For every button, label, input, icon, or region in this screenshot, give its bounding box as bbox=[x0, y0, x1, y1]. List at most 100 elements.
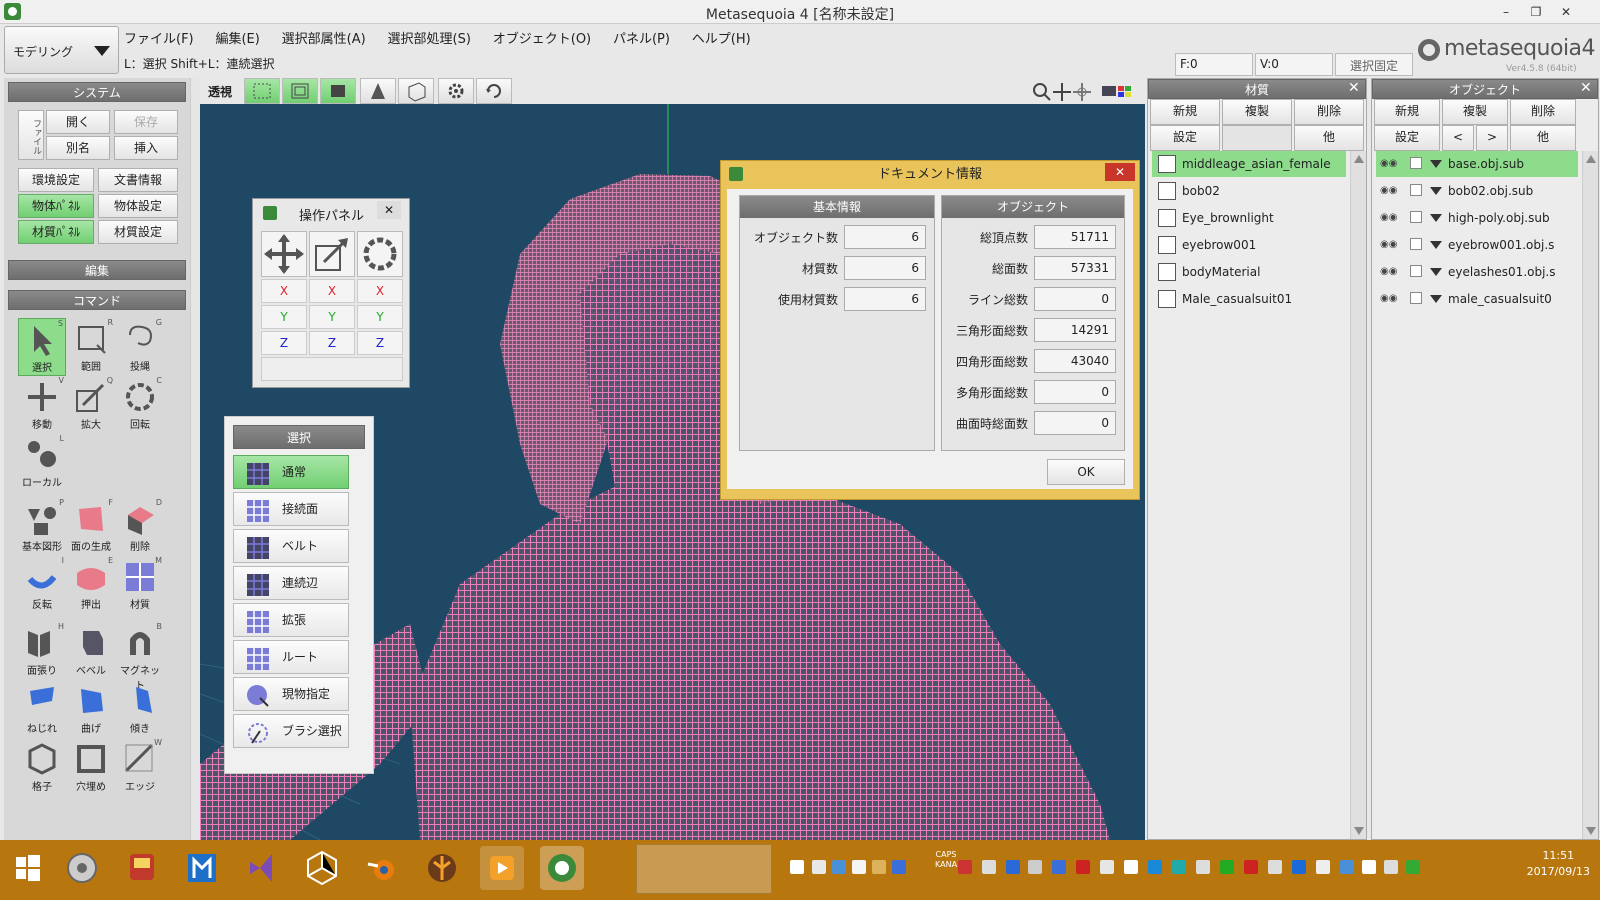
insert-button[interactable]: 挿入 bbox=[114, 136, 178, 160]
lock-checkbox[interactable] bbox=[1410, 211, 1422, 223]
save-as-button[interactable]: 別名 bbox=[46, 136, 110, 160]
close-icon[interactable]: ✕ bbox=[1348, 80, 1360, 96]
material-color-swatch[interactable] bbox=[1158, 263, 1176, 281]
selection-mode-item[interactable]: 通常 bbox=[233, 455, 349, 489]
file-tab[interactable]: ファイル bbox=[18, 110, 44, 160]
tool-button[interactable]: V 移動 bbox=[18, 376, 66, 434]
kindle-app-icon[interactable] bbox=[180, 846, 224, 890]
object-list-item[interactable]: ◉◉ high-poly.obj.sub bbox=[1376, 205, 1578, 231]
refresh-icon[interactable] bbox=[476, 78, 512, 104]
object-settings-button[interactable]: 設定 bbox=[1374, 125, 1440, 151]
tool-button[interactable]: 穴埋め bbox=[67, 738, 115, 796]
media-player-icon[interactable] bbox=[480, 846, 524, 890]
chevron-down-icon[interactable] bbox=[1430, 268, 1442, 276]
tool-button[interactable]: C 回転 bbox=[116, 376, 164, 434]
material-scrollbar[interactable] bbox=[1350, 151, 1366, 839]
visibility-eye-icon[interactable]: ◉◉ bbox=[1380, 232, 1397, 258]
minimize-button[interactable]: – bbox=[1494, 2, 1518, 22]
material-color-swatch[interactable] bbox=[1158, 182, 1176, 200]
close-window-button[interactable]: ✕ bbox=[1554, 2, 1578, 22]
material-copy-button[interactable]: 複製 bbox=[1222, 99, 1292, 125]
visibility-eye-icon[interactable]: ◉◉ bbox=[1380, 259, 1397, 285]
object-prev-button[interactable]: < bbox=[1442, 125, 1474, 151]
tool-button[interactable]: D 削除 bbox=[116, 498, 164, 556]
selection-mode-item[interactable]: 現物指定 bbox=[233, 677, 349, 711]
tray-icon[interactable] bbox=[1172, 860, 1186, 874]
material-delete-button[interactable]: 削除 bbox=[1294, 99, 1364, 125]
menu-selection-attr[interactable]: 選択部属性(A) bbox=[282, 28, 366, 47]
material-color-swatch[interactable] bbox=[1158, 236, 1176, 254]
speaker-app-icon[interactable] bbox=[60, 846, 104, 890]
windows-start-icon[interactable] bbox=[6, 846, 50, 890]
visual-studio-icon[interactable] bbox=[240, 846, 284, 890]
chevron-down-icon[interactable] bbox=[1430, 187, 1442, 195]
menu-file[interactable]: ファイル(F) bbox=[124, 28, 194, 47]
env-settings-button[interactable]: 環境設定 bbox=[18, 168, 94, 192]
tray-icon[interactable] bbox=[832, 860, 846, 874]
doc-info-button[interactable]: 文書情報 bbox=[98, 168, 178, 192]
material-list-item[interactable]: Eye_brownlight bbox=[1152, 205, 1346, 231]
tool-button[interactable]: ねじれ bbox=[18, 680, 66, 738]
selection-mode-item[interactable]: 拡張 bbox=[233, 603, 349, 637]
tray-icon[interactable] bbox=[1006, 860, 1020, 874]
selection-mode-item[interactable]: ブラシ選択 bbox=[233, 714, 349, 748]
tool-button[interactable]: 傾き bbox=[116, 680, 164, 738]
visibility-eye-icon[interactable]: ◉◉ bbox=[1380, 286, 1397, 312]
chevron-down-icon[interactable] bbox=[1430, 241, 1442, 249]
material-list-item[interactable]: bodyMaterial bbox=[1152, 259, 1346, 285]
lock-checkbox[interactable] bbox=[1410, 157, 1422, 169]
material-list-item[interactable]: eyebrow001 bbox=[1152, 232, 1346, 258]
material-new-button[interactable]: 新規 bbox=[1150, 99, 1220, 125]
material-settings-button[interactable]: 設定 bbox=[1150, 125, 1220, 151]
tray-icon[interactable] bbox=[852, 860, 866, 874]
menu-panel[interactable]: パネル(P) bbox=[613, 28, 670, 47]
material-settings-button[interactable]: 材質設定 bbox=[98, 220, 178, 244]
tool-button[interactable]: H 面張り bbox=[18, 622, 66, 680]
menu-selection-process[interactable]: 選択部処理(S) bbox=[388, 28, 471, 47]
material-color-swatch[interactable] bbox=[1158, 155, 1176, 173]
tool-button[interactable]: Q 拡大 bbox=[67, 376, 115, 434]
game-app-icon[interactable] bbox=[120, 846, 164, 890]
tool-button[interactable]: B マグネット bbox=[116, 622, 164, 692]
tray-icon[interactable] bbox=[872, 860, 886, 874]
material-color-swatch[interactable] bbox=[1158, 209, 1176, 227]
tray-icon[interactable] bbox=[1196, 860, 1210, 874]
object-delete-button[interactable]: 削除 bbox=[1510, 99, 1576, 125]
menu-edit[interactable]: 編集(E) bbox=[215, 28, 259, 47]
zoom-icon[interactable] bbox=[1032, 82, 1052, 105]
open-button[interactable]: 開く bbox=[46, 110, 110, 134]
visibility-eye-icon[interactable]: ◉◉ bbox=[1380, 205, 1397, 231]
tray-icon[interactable] bbox=[1052, 860, 1066, 874]
rotate-icon[interactable] bbox=[357, 231, 403, 277]
material-list-item[interactable]: middleage_asian_female bbox=[1152, 151, 1346, 177]
tool-button[interactable]: ベベル bbox=[67, 622, 115, 680]
view-shading-button[interactable] bbox=[360, 78, 396, 104]
tray-icon[interactable] bbox=[892, 860, 906, 874]
selection-mode-item[interactable]: ルート bbox=[233, 640, 349, 674]
tray-icon[interactable] bbox=[982, 860, 996, 874]
restore-button[interactable]: ❐ bbox=[1524, 2, 1548, 22]
tool-button[interactable]: M 材質 bbox=[116, 556, 164, 614]
move-z-button[interactable]: Z bbox=[261, 331, 307, 355]
object-next-button[interactable]: > bbox=[1476, 125, 1508, 151]
scale-icon[interactable] bbox=[309, 231, 355, 277]
close-icon[interactable]: ✕ bbox=[1105, 163, 1135, 181]
move-icon[interactable] bbox=[261, 231, 307, 277]
view-wire-button[interactable] bbox=[398, 78, 434, 104]
app-icon[interactable] bbox=[420, 846, 464, 890]
rotate-y-button[interactable]: Y bbox=[357, 305, 403, 329]
object-list-item[interactable]: ◉◉ eyebrow001.obj.s bbox=[1376, 232, 1578, 258]
mode-select[interactable]: モデリング bbox=[4, 26, 119, 74]
tray-icon[interactable] bbox=[1340, 860, 1354, 874]
object-list-item[interactable]: ◉◉ base.obj.sub bbox=[1376, 151, 1578, 177]
chevron-down-icon[interactable] bbox=[1430, 160, 1442, 168]
rotate-z-button[interactable]: Z bbox=[357, 331, 403, 355]
scale-z-button[interactable]: Z bbox=[309, 331, 355, 355]
object-list-item[interactable]: ◉◉ eyelashes01.obj.s bbox=[1376, 259, 1578, 285]
blender-icon[interactable] bbox=[360, 846, 404, 890]
tool-button[interactable]: G 投縄 bbox=[116, 318, 164, 376]
tool-button[interactable]: P 基本図形 bbox=[18, 498, 66, 556]
lock-checkbox[interactable] bbox=[1410, 184, 1422, 196]
pan-icon[interactable] bbox=[1052, 82, 1072, 105]
move-y-button[interactable]: Y bbox=[261, 305, 307, 329]
